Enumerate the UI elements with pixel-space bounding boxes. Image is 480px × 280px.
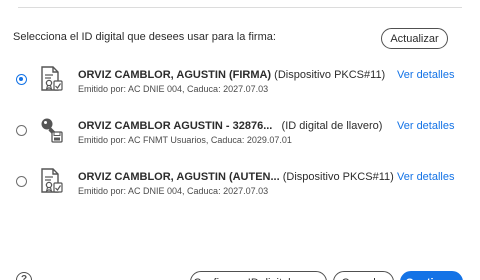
radio-button[interactable] bbox=[16, 176, 27, 187]
certificate-issuer: Emitido por: AC FNMT Usuarios, Caduca: 2… bbox=[78, 135, 292, 145]
view-details-link[interactable]: Ver detalles bbox=[397, 69, 454, 81]
certificate-name: ORVIZ CAMBLOR, AGUSTIN (AUTEN... bbox=[78, 171, 280, 183]
divider bbox=[18, 7, 462, 8]
certificate-row[interactable]: ORVIZ CAMBLOR AGUSTIN - 32876... (ID dig… bbox=[0, 117, 480, 157]
help-icon[interactable]: ? bbox=[16, 272, 32, 280]
dialog-prompt: Selecciona el ID digital que desees usar… bbox=[13, 31, 276, 43]
dialog-footer: ? Configurar ID digital nuevo Cancelar C… bbox=[0, 264, 480, 280]
certificate-type: (ID digital de llavero) bbox=[272, 120, 383, 132]
certificate-issuer: Emitido por: AC DNIE 004, Caduca: 2027.0… bbox=[78, 186, 269, 196]
certificate-row[interactable]: ORVIZ CAMBLOR, AGUSTIN (AUTEN... (Dispos… bbox=[0, 168, 480, 208]
radio-button[interactable] bbox=[16, 125, 27, 136]
certificate-name: ORVIZ CAMBLOR AGUSTIN - 32876... bbox=[78, 120, 273, 132]
certificate-issuer: Emitido por: AC DNIE 004, Caduca: 2027.0… bbox=[78, 84, 269, 94]
key-icon bbox=[39, 117, 63, 143]
certificate-type: (Dispositivo PKCS#11) bbox=[271, 69, 386, 81]
refresh-button[interactable]: Actualizar bbox=[381, 28, 448, 49]
view-details-link[interactable]: Ver detalles bbox=[397, 171, 454, 183]
certificate-name: ORVIZ CAMBLOR, AGUSTIN (FIRMA) bbox=[78, 69, 272, 81]
certificate-row[interactable]: ORVIZ CAMBLOR, AGUSTIN (FIRMA) (Disposit… bbox=[0, 66, 480, 106]
configure-new-id-button[interactable]: Configurar ID digital nuevo bbox=[190, 271, 327, 280]
radio-button-selected[interactable] bbox=[16, 74, 27, 85]
certificate-icon bbox=[39, 168, 63, 194]
continue-button[interactable]: Continuar bbox=[400, 271, 463, 280]
cancel-button[interactable]: Cancelar bbox=[333, 271, 394, 280]
certificate-icon bbox=[39, 66, 63, 92]
certificate-type: (Dispositivo PKCS#11) bbox=[279, 171, 394, 183]
digital-id-dialog: Selecciona el ID digital que desees usar… bbox=[0, 0, 480, 280]
view-details-link[interactable]: Ver detalles bbox=[397, 120, 454, 132]
